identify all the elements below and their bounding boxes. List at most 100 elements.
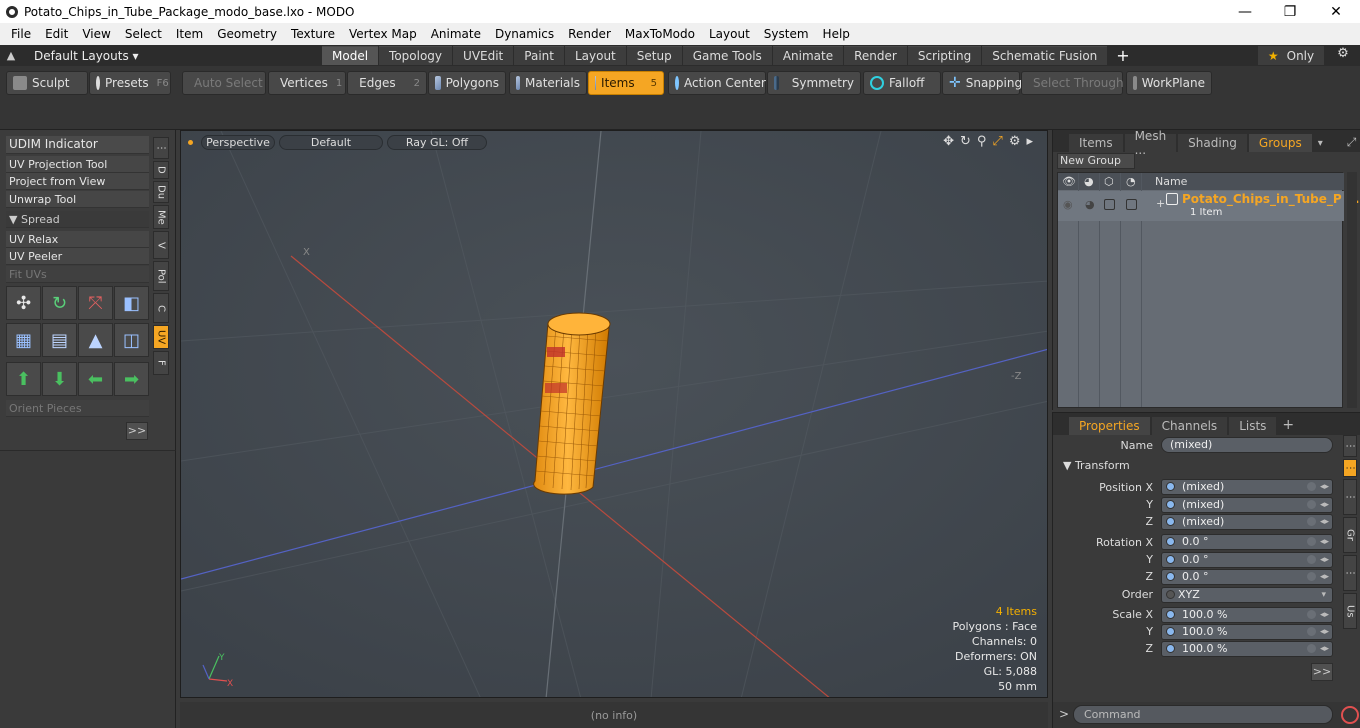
only-toggle-button[interactable]: ★ Only <box>1258 46 1324 65</box>
close-button[interactable]: ✕ <box>1313 0 1359 23</box>
vtab-v[interactable]: V <box>153 231 169 259</box>
auto-select-button[interactable]: Auto Select <box>182 71 266 95</box>
scale-y-field[interactable]: 100.0 % ◂▸ <box>1161 624 1333 640</box>
tab-render[interactable]: Render <box>844 46 907 65</box>
uv-rotate-tool-icon[interactable]: ↻ <box>42 286 77 320</box>
row-render-icon[interactable]: ◕ <box>1085 198 1095 211</box>
tab-setup[interactable]: Setup <box>626 46 682 65</box>
menu-view[interactable]: View <box>75 27 117 41</box>
viewport-expand-arrow-icon[interactable]: ▸ <box>1026 134 1033 149</box>
properties-expand-button[interactable]: >> <box>1311 663 1333 681</box>
menu-help[interactable]: Help <box>816 27 857 41</box>
menu-render[interactable]: Render <box>561 27 618 41</box>
arrow-down-icon[interactable]: ⬇ <box>42 362 77 396</box>
table-row[interactable]: ◉ ◕ + Potato_Chips_in_Tube_P ... 1 Item <box>1058 191 1360 221</box>
row-eye-icon[interactable]: ◉ <box>1063 198 1073 211</box>
workplane-button[interactable]: WorkPlane <box>1126 71 1212 95</box>
tab-paint[interactable]: Paint <box>514 46 564 65</box>
position-x-field[interactable]: (mixed) ◂▸ <box>1161 479 1333 495</box>
rotation-y-field[interactable]: 0.0 ° ◂▸ <box>1161 552 1333 568</box>
vertices-button[interactable]: Vertices 1 <box>268 71 346 95</box>
menu-animate[interactable]: Animate <box>424 27 488 41</box>
edges-button[interactable]: Edges 2 <box>347 71 427 95</box>
tab-layout[interactable]: Layout <box>564 46 626 65</box>
new-group-button[interactable]: New Group <box>1057 153 1135 169</box>
tab-topology[interactable]: Topology <box>379 46 453 65</box>
action-center-button[interactable]: Action Center <box>668 71 766 95</box>
uv-plane-project-icon[interactable]: ▤ <box>42 323 77 357</box>
vtab-pol[interactable]: Pol <box>153 261 169 291</box>
uv-sphere-project-icon[interactable]: ◫ <box>114 323 149 357</box>
scale-z-field[interactable]: 100.0 % ◂▸ <box>1161 641 1333 657</box>
default-layouts-dropdown[interactable]: Default Layouts ▾ <box>34 49 139 63</box>
unwrap-tool-button[interactable]: Unwrap Tool <box>6 191 149 208</box>
name-column-header[interactable]: Name <box>1155 175 1187 188</box>
record-macro-icon[interactable] <box>1341 706 1359 724</box>
menu-select[interactable]: Select <box>118 27 169 41</box>
menu-layout[interactable]: Layout <box>702 27 757 41</box>
symmetry-button[interactable]: Symmetry <box>767 71 861 95</box>
vtab-du[interactable]: Du <box>153 181 169 203</box>
uv-pyramid-project-icon[interactable]: ▲ <box>78 323 113 357</box>
command-input[interactable]: Command <box>1073 705 1333 724</box>
raygl-toggle[interactable]: Ray GL: Off <box>387 134 487 150</box>
3d-viewport[interactable]: X -Z Y X Perspective Default Ray GL: Off… <box>180 130 1048 698</box>
scale-x-field[interactable]: 100.0 % ◂▸ <box>1161 607 1333 623</box>
menu-geometry[interactable]: Geometry <box>210 27 284 41</box>
vtab-more-1[interactable]: ⋮ <box>153 137 169 159</box>
vtab-c[interactable]: C <box>153 293 169 323</box>
rotation-z-field[interactable]: 0.0 ° ◂▸ <box>1161 569 1333 585</box>
arrow-right-icon[interactable]: ➡ <box>114 362 149 396</box>
render-icon[interactable]: ◕ <box>1084 175 1094 188</box>
tab-shading[interactable]: Shading <box>1178 134 1247 152</box>
orbit-icon[interactable]: ↻ <box>960 134 971 149</box>
menu-edit[interactable]: Edit <box>38 27 75 41</box>
items-button[interactable]: Items 5 <box>588 71 664 95</box>
viewport-menu-dot-icon[interactable] <box>188 139 193 145</box>
tab-scripting[interactable]: Scripting <box>907 46 982 65</box>
visibility-eye-icon[interactable]: 👁 <box>1062 175 1076 188</box>
arrow-left-icon[interactable]: ⬅ <box>78 362 113 396</box>
tab-properties[interactable]: Properties <box>1069 417 1150 435</box>
minimize-button[interactable]: — <box>1222 0 1268 23</box>
position-z-field[interactable]: (mixed) ◂▸ <box>1161 514 1333 530</box>
uv-box-project-icon[interactable]: ▦ <box>6 323 41 357</box>
menu-file[interactable]: File <box>4 27 38 41</box>
tab-game-tools[interactable]: Game Tools <box>682 46 772 65</box>
uv-transform-tool-icon[interactable]: ◧ <box>114 286 149 320</box>
fit-view-icon[interactable]: ⤢ <box>992 134 1002 149</box>
uv-relax-button[interactable]: UV Relax <box>6 231 149 248</box>
vtab-uv[interactable]: UV <box>153 325 169 349</box>
vtab-f[interactable]: F <box>153 351 169 375</box>
pvtab-more-2[interactable]: ⋮ <box>1343 479 1357 515</box>
order-dropdown[interactable]: XYZ ▾ <box>1161 587 1333 603</box>
tab-model[interactable]: Model <box>322 46 379 65</box>
add-layout-tab-button[interactable]: + <box>1116 46 1129 65</box>
expand-panel-icon[interactable]: ⤢ <box>1347 135 1357 150</box>
falloff-button[interactable]: Falloff <box>863 71 941 95</box>
menu-item[interactable]: Item <box>169 27 210 41</box>
tabs-dropdown-icon[interactable]: ▾ <box>1318 138 1323 149</box>
tab-groups[interactable]: Groups <box>1248 134 1312 152</box>
gear-icon[interactable]: ⚙ <box>1332 46 1354 65</box>
pan-icon[interactable]: ✥ <box>943 134 954 149</box>
menu-dynamics[interactable]: Dynamics <box>488 27 561 41</box>
menu-system[interactable]: System <box>757 27 816 41</box>
menu-vertex-map[interactable]: Vertex Map <box>342 27 424 41</box>
presets-button[interactable]: Presets F6 <box>89 71 171 95</box>
row-select-checkbox[interactable] <box>1126 199 1137 210</box>
orient-pieces-button[interactable]: Orient Pieces <box>6 400 149 417</box>
tab-animate[interactable]: Animate <box>772 46 844 65</box>
sculpt-button[interactable]: Sculpt <box>6 71 88 95</box>
zoom-icon[interactable]: ⚲ <box>977 134 987 149</box>
spread-section-header[interactable]: ▼ Spread <box>6 211 149 228</box>
pvtab-more-1[interactable]: ⋮ <box>1343 435 1357 457</box>
uv-move-tool-icon[interactable]: ✣ <box>6 286 41 320</box>
fit-uvs-button[interactable]: Fit UVs <box>6 266 149 283</box>
rotation-x-field[interactable]: 0.0 ° ◂▸ <box>1161 534 1333 550</box>
row-expand-icon[interactable]: + <box>1156 197 1165 210</box>
materials-button[interactable]: Materials <box>509 71 587 95</box>
tab-schematic-fusion[interactable]: Schematic Fusion <box>982 46 1108 65</box>
tab-channels[interactable]: Channels <box>1151 417 1228 435</box>
row-lock-checkbox[interactable] <box>1104 199 1115 210</box>
